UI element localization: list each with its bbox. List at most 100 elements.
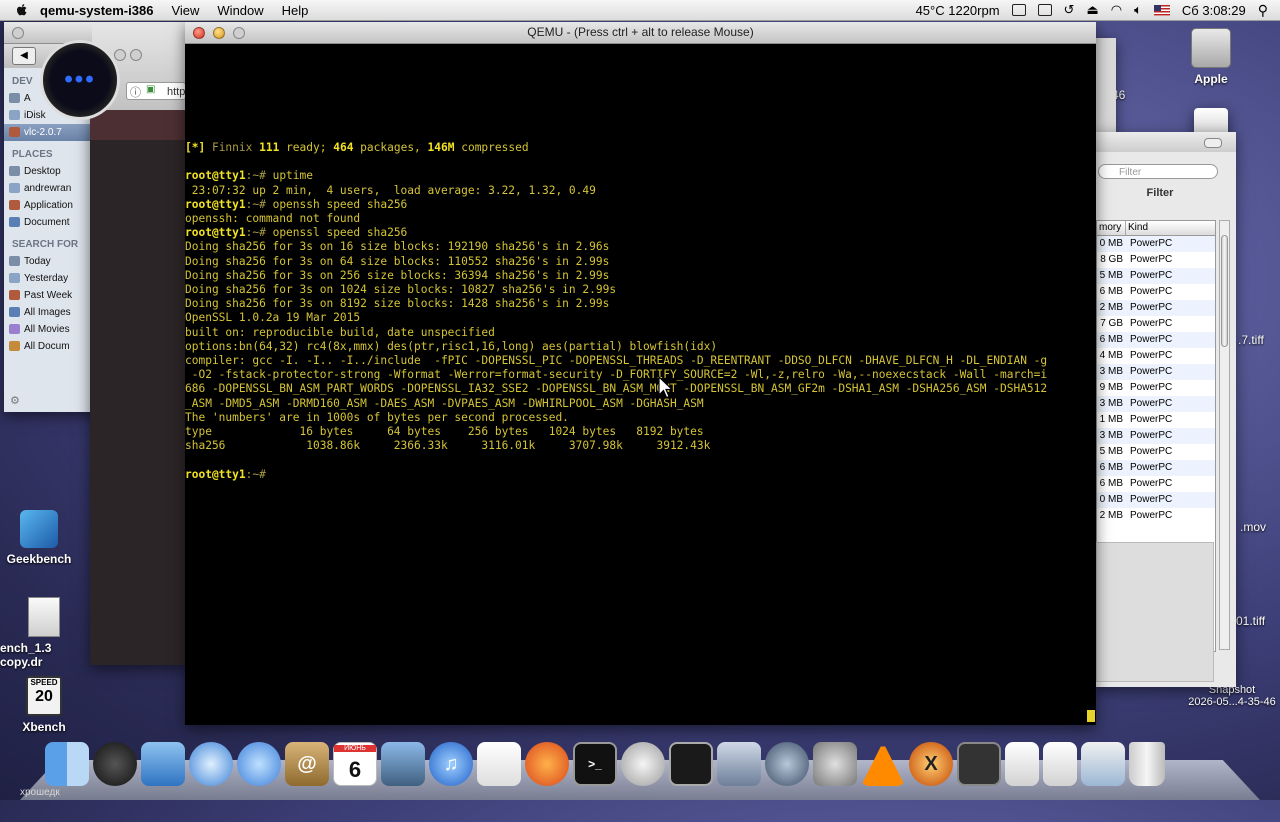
accessibility-icon[interactable] xyxy=(1011,4,1026,16)
activity-monitor-dock-icon[interactable] xyxy=(669,742,713,786)
address-book-dock-icon[interactable]: @ xyxy=(285,742,329,786)
time-machine-dock-icon[interactable] xyxy=(765,742,809,786)
sidebar-item[interactable]: Document xyxy=(4,214,90,231)
qemu-titlebar[interactable]: QEMU - (Press ctrl + alt to release Mous… xyxy=(185,22,1096,44)
column-header-kind[interactable]: Kind xyxy=(1126,221,1215,235)
ical-dock-icon[interactable]: ИЮНЬ 6 xyxy=(333,742,377,786)
desktop-icon-snapshot[interactable]: Snapshot 2026-05...4-35-46 xyxy=(1184,684,1280,708)
table-row[interactable]: 6 MB PowerPC xyxy=(1097,284,1215,300)
firefox-dock-icon[interactable] xyxy=(525,742,569,786)
table-row[interactable]: 7 GB PowerPC xyxy=(1097,316,1215,332)
table-row[interactable]: 4 MB PowerPC xyxy=(1097,348,1215,364)
sidebar-item[interactable]: andrewran xyxy=(4,180,90,197)
table-row[interactable]: 3 MB PowerPC xyxy=(1097,428,1215,444)
sidebar-item-label: Desktop xyxy=(24,166,61,177)
window-control[interactable] xyxy=(114,49,126,61)
table-row[interactable]: 1 MB PowerPC xyxy=(1097,412,1215,428)
trash-dock-icon[interactable] xyxy=(1129,742,1165,786)
qemu-dock-icon[interactable] xyxy=(957,742,1001,786)
iphoto-dock-icon[interactable] xyxy=(381,742,425,786)
table-row[interactable]: 2 MB PowerPC xyxy=(1097,508,1215,524)
fan-control-dock-icon[interactable] xyxy=(621,742,665,786)
table-row[interactable]: 0 MB PowerPC xyxy=(1097,492,1215,508)
table-cell-kind: PowerPC xyxy=(1130,334,1173,345)
display-icon[interactable] xyxy=(1037,4,1052,16)
window-control[interactable] xyxy=(130,49,142,61)
vlc-dock-icon[interactable] xyxy=(861,742,905,786)
scrollbar-thumb[interactable] xyxy=(1221,235,1228,347)
desktop-icon-label: Apple xyxy=(1194,72,1228,86)
back-button[interactable]: ◀ xyxy=(12,47,36,65)
close-button[interactable] xyxy=(193,27,205,39)
table-row[interactable]: 6 MB PowerPC xyxy=(1097,460,1215,476)
x11-dock-icon[interactable]: X xyxy=(909,742,953,786)
sidebar-item[interactable]: Desktop xyxy=(4,163,90,180)
sidebar-item[interactable]: Today xyxy=(4,253,90,270)
table-row[interactable]: 2 MB PowerPC xyxy=(1097,300,1215,316)
filter-search-input[interactable]: Filter xyxy=(1098,164,1218,179)
desktop-icon-bench-copy[interactable]: ench_1.3 copy.dr xyxy=(0,597,92,669)
desktop-icon-xbench[interactable]: SPEED 20 Xbench xyxy=(14,676,74,734)
zoom-button[interactable] xyxy=(233,27,245,39)
qemu-window[interactable]: QEMU - (Press ctrl + alt to release Mous… xyxy=(185,22,1096,725)
sidebar-item[interactable]: All Movies xyxy=(4,321,90,338)
input-source-flag-icon[interactable] xyxy=(1153,4,1170,16)
table-row[interactable]: 5 MB PowerPC xyxy=(1097,444,1215,460)
time-machine-icon[interactable]: ↺ xyxy=(1064,2,1075,18)
spotlight-icon[interactable]: ⚲ xyxy=(1258,2,1268,19)
resize-pill[interactable] xyxy=(1204,138,1222,148)
menu-view[interactable]: View xyxy=(171,3,199,18)
terminal-screen[interactable]: [*] Finnix 111 ready; 464 packages, 146M… xyxy=(185,44,1096,822)
menubar-clock[interactable]: Сб 3:08:29 xyxy=(1182,3,1246,18)
sidebar-item[interactable]: Past Week xyxy=(4,287,90,304)
temperature-fan-status[interactable]: 45°C 1220rpm xyxy=(916,3,1000,18)
table-row[interactable]: 5 MB PowerPC xyxy=(1097,268,1215,284)
sidebar-item[interactable]: All Docum xyxy=(4,338,90,355)
disk-image-icon xyxy=(28,597,60,637)
menu-window[interactable]: Window xyxy=(217,3,263,18)
dashboard-dock-icon[interactable] xyxy=(93,742,137,786)
table-row[interactable]: 6 MB PowerPC xyxy=(1097,476,1215,492)
vertical-scrollbar[interactable] xyxy=(1219,220,1230,650)
system-preferences-dock-icon[interactable] xyxy=(813,742,857,786)
table-row[interactable]: 3 MB PowerPC xyxy=(1097,364,1215,380)
html-document-dock-icon[interactable] xyxy=(1005,742,1039,786)
close-button[interactable] xyxy=(12,27,24,39)
ichat-dock-icon[interactable] xyxy=(237,742,281,786)
itunes-dock-icon[interactable]: ♫ xyxy=(429,742,473,786)
mail-stamp-dock-icon[interactable] xyxy=(141,742,185,786)
system-info-dock-icon[interactable] xyxy=(717,742,761,786)
sidebar-item[interactable]: vlc-2.0.7 xyxy=(4,124,90,141)
sidebar-item[interactable]: All Images xyxy=(4,304,90,321)
table-row[interactable]: 6 MB PowerPC xyxy=(1097,332,1215,348)
column-header-memory[interactable]: mory xyxy=(1097,221,1126,235)
dictation-bubble-icon[interactable]: ••• xyxy=(40,40,120,120)
table-cell-memory: 5 MB xyxy=(1099,270,1123,281)
mouse-pointer-icon xyxy=(658,376,674,399)
sidebar-item-label: Yesterday xyxy=(24,273,69,284)
preview-dock-icon[interactable] xyxy=(1081,742,1125,786)
sidebar-item[interactable]: Application xyxy=(4,197,90,214)
eject-icon[interactable]: ⏏ xyxy=(1086,2,1098,18)
apple-menu-icon[interactable] xyxy=(14,2,30,18)
menu-help[interactable]: Help xyxy=(282,3,309,18)
desktop-icon-apple-hd[interactable]: Apple xyxy=(1185,28,1237,86)
sidebar-item[interactable]: Yesterday xyxy=(4,270,90,287)
volume-icon[interactable]: 🔈︎ xyxy=(1134,2,1142,18)
app-menu[interactable]: qemu-system-i386 xyxy=(40,3,153,18)
wifi-icon[interactable]: ◠ xyxy=(1111,2,1122,18)
finder-dock-icon[interactable] xyxy=(45,742,89,786)
safari-dock-icon[interactable] xyxy=(189,742,233,786)
disk-image-dock-icon[interactable] xyxy=(1043,742,1077,786)
textedit-dock-icon[interactable] xyxy=(477,742,521,786)
sidebar-gear-icon[interactable]: ⚙ xyxy=(10,394,20,407)
table-row[interactable]: 8 GB PowerPC xyxy=(1097,252,1215,268)
desktop-icon-geekbench[interactable]: Geekbench xyxy=(6,510,72,566)
table-row[interactable]: 0 MB PowerPC xyxy=(1097,236,1215,252)
minimize-button[interactable] xyxy=(213,27,225,39)
terminal-dock-icon[interactable]: >_ xyxy=(573,742,617,786)
info-icon[interactable]: ⓘ xyxy=(130,84,141,100)
table-row[interactable]: 3 MB PowerPC xyxy=(1097,396,1215,412)
sidebar-item-label: vlc-2.0.7 xyxy=(24,127,62,138)
table-row[interactable]: 9 MB PowerPC xyxy=(1097,380,1215,396)
